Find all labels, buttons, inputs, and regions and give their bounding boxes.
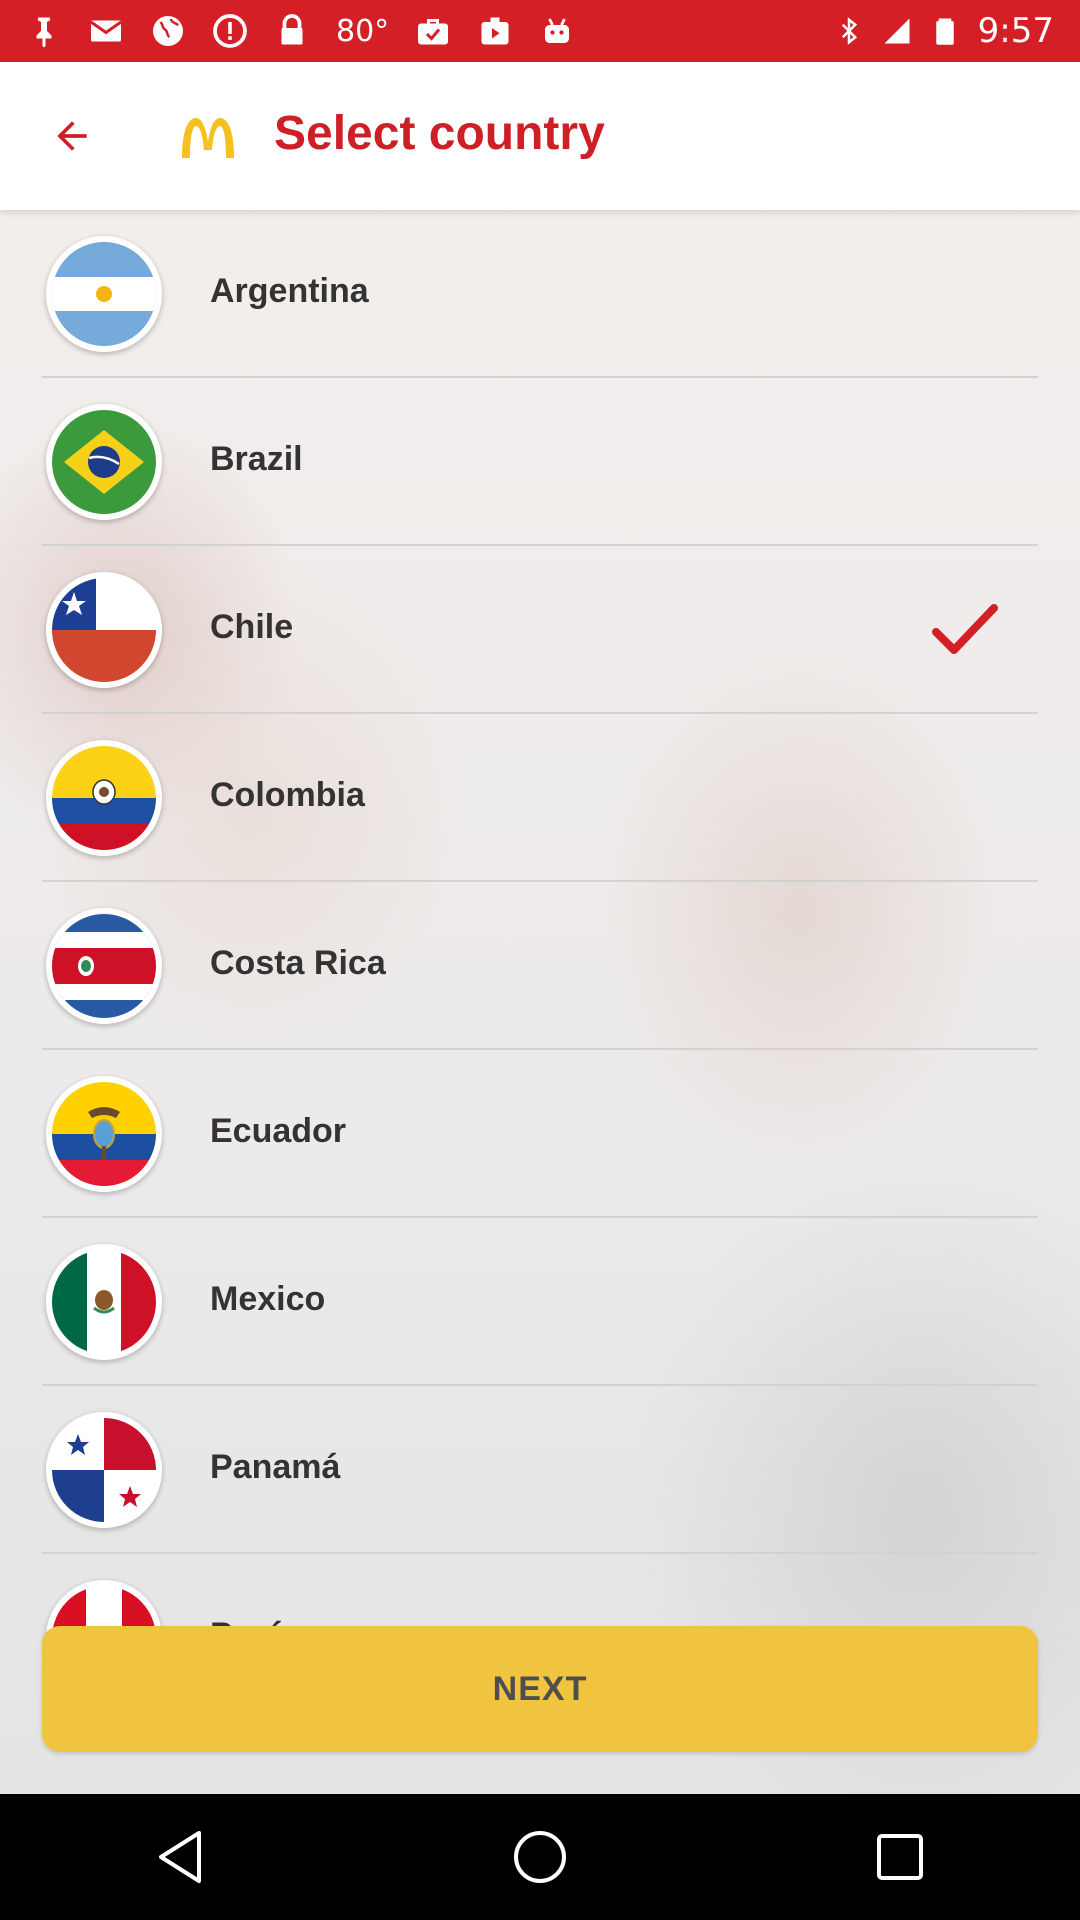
back-triangle-icon: [159, 1831, 201, 1883]
page-title: Select country: [274, 107, 605, 160]
country-row-argentina[interactable]: Argentina: [42, 210, 1038, 378]
flag-badge: [46, 740, 162, 856]
flag-badge: [46, 1412, 162, 1528]
signal-icon: [884, 18, 910, 44]
bluetooth-icon: [841, 17, 857, 45]
country-row-colombia[interactable]: Colombia: [42, 714, 1038, 882]
mexico-flag: [52, 1250, 156, 1354]
recents-square-icon: [877, 1834, 923, 1880]
country-row-costa-rica[interactable]: Costa Rica: [42, 882, 1038, 1050]
costa-rica-flag: [52, 914, 156, 1018]
nav-back-button[interactable]: [135, 1812, 225, 1902]
check-icon: [932, 604, 998, 654]
country-name: Costa Rica: [210, 944, 386, 982]
lock-icon: [281, 14, 303, 45]
brazil-flag: [52, 410, 156, 514]
briefcase-check-icon: [418, 19, 449, 45]
next-button-label: NEXT: [492, 1669, 588, 1708]
country-name: Mexico: [210, 1280, 326, 1318]
clock-text: 9:57: [977, 11, 1054, 51]
panama-flag: [52, 1418, 156, 1522]
mail-icon: [90, 20, 122, 42]
colombia-flag: [52, 746, 156, 850]
country-name: Argentina: [210, 272, 369, 310]
alert-icon: [213, 14, 247, 48]
country-name: Chile: [210, 608, 294, 646]
country-row-mexico[interactable]: Mexico: [42, 1218, 1038, 1386]
android-icon: [545, 18, 570, 43]
app-bar: Select country: [0, 62, 1080, 210]
flag-badge: [46, 404, 162, 520]
flag-badge: [46, 572, 162, 688]
country-name: Panamá: [210, 1448, 341, 1486]
country-name: Ecuador: [210, 1112, 347, 1150]
country-row-chile[interactable]: Chile: [42, 546, 1038, 714]
battery-icon: [935, 18, 954, 45]
country-list: Argentina Brazil Chile Colombia Costa Ri…: [42, 210, 1038, 1722]
ecuador-flag: [52, 1082, 156, 1186]
navigation-bar: [0, 1794, 1080, 1920]
play-store-icon: [481, 17, 509, 45]
country-row-panama[interactable]: Panamá: [42, 1386, 1038, 1554]
system-icons: 9:57: [834, 11, 1054, 51]
flag-badge: [46, 1244, 162, 1360]
country-name: Brazil: [210, 440, 303, 478]
next-button[interactable]: NEXT: [42, 1626, 1038, 1752]
back-button[interactable]: [36, 106, 108, 166]
globe-icon: [153, 16, 183, 46]
home-circle-icon: [514, 1831, 566, 1883]
arrow-left-icon: [57, 121, 87, 151]
country-row-ecuador[interactable]: Ecuador: [42, 1050, 1038, 1218]
argentina-flag: [52, 242, 156, 346]
pin-icon: [36, 17, 52, 48]
notification-icons: 80°: [26, 13, 834, 49]
nav-recents-button[interactable]: [855, 1812, 945, 1902]
status-bar: 80° 9:57: [0, 0, 1080, 62]
country-name: Colombia: [210, 776, 365, 814]
mcdonalds-logo: [176, 116, 240, 160]
flag-badge: [46, 236, 162, 352]
flag-badge: [46, 908, 162, 1024]
temperature-text: 80°: [336, 13, 390, 49]
chile-flag: [52, 578, 156, 682]
flag-badge: [46, 1076, 162, 1192]
nav-home-button[interactable]: [495, 1812, 585, 1902]
country-row-brazil[interactable]: Brazil: [42, 378, 1038, 546]
